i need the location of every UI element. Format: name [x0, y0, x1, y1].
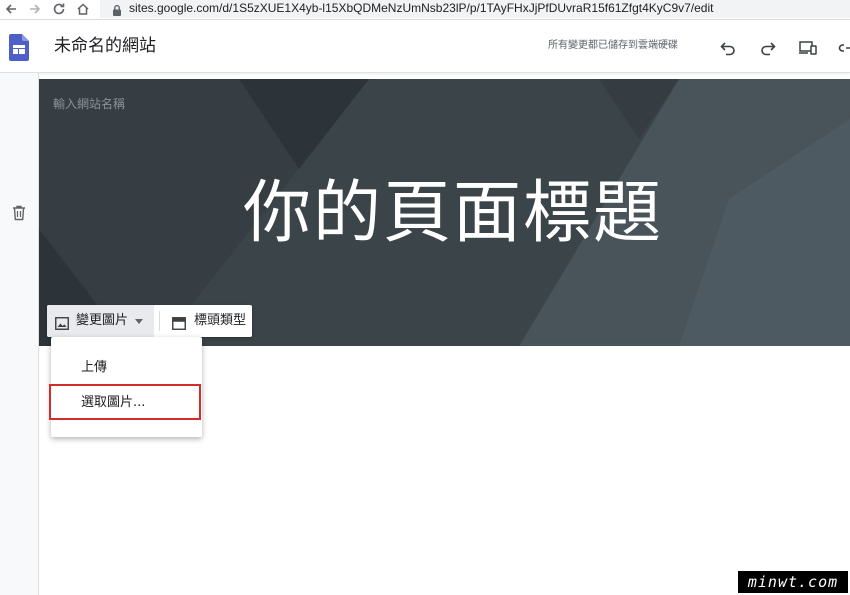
- caret-down-icon: [135, 319, 143, 324]
- image-icon: [55, 315, 69, 334]
- back-icon[interactable]: [2, 0, 20, 18]
- header-type-icon: [172, 315, 186, 334]
- left-rail: [0, 73, 39, 595]
- save-status: 所有變更都已儲存到雲端硬碟: [548, 40, 678, 51]
- header-type-button[interactable]: 標頭類型: [162, 305, 252, 337]
- change-image-label: 變更圖片: [76, 313, 129, 328]
- toolbar-divider: [159, 311, 160, 331]
- link-icon[interactable]: [838, 38, 850, 58]
- highlight-annotation: [49, 384, 201, 420]
- reload-icon[interactable]: [50, 0, 68, 18]
- lock-icon: [112, 2, 122, 21]
- url-text: sites.google.com/d/1S5zXUE1X4yb-l15XbQDM…: [129, 1, 714, 15]
- undo-icon[interactable]: [718, 38, 738, 58]
- trash-icon[interactable]: [12, 205, 26, 225]
- header-type-label: 標頭類型: [194, 313, 247, 328]
- forward-icon[interactable]: [26, 0, 44, 18]
- site-title[interactable]: 未命名的網站: [54, 34, 156, 58]
- menu-item-label: 上傳: [81, 360, 108, 375]
- banner-toolbar: 變更圖片 標頭類型: [47, 305, 252, 337]
- page-title[interactable]: 你的頁面標題: [243, 174, 663, 254]
- site-name-input[interactable]: 輸入網站名稱: [53, 96, 125, 112]
- browser-bar: sites.google.com/d/1S5zXUE1X4yb-l15XbQDM…: [0, 0, 850, 20]
- home-icon[interactable]: [74, 0, 92, 18]
- google-sites-logo-icon[interactable]: [9, 34, 29, 65]
- watermark: minwt.com: [738, 571, 848, 593]
- change-image-button[interactable]: 變更圖片: [47, 305, 154, 337]
- menu-item-upload[interactable]: 上傳: [51, 350, 202, 386]
- device-preview-icon[interactable]: [798, 38, 818, 58]
- redo-icon[interactable]: [758, 38, 778, 58]
